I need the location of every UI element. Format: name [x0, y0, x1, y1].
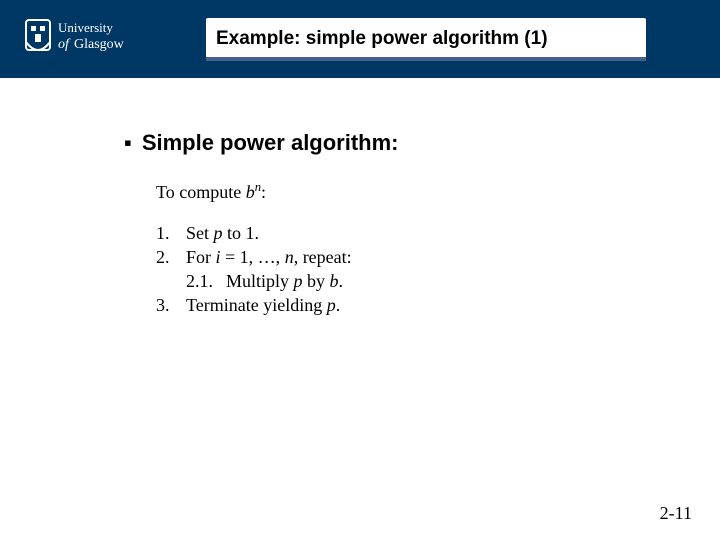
- var-p: p: [294, 271, 303, 291]
- step-2: 2. For i = 1, …, n, repeat:: [156, 245, 660, 269]
- step-text: Set p to 1.: [186, 221, 259, 245]
- slide-title: Example: simple power algorithm (1): [206, 18, 646, 50]
- t: to 1.: [223, 223, 260, 243]
- var-b: b: [330, 271, 339, 291]
- algorithm-steps: 1. Set p to 1. 2. For i = 1, …, n, repea…: [156, 221, 660, 317]
- t: For: [186, 247, 216, 267]
- step-text: For i = 1, …, n, repeat:: [186, 245, 352, 269]
- compute-line: To compute bn:: [156, 180, 660, 203]
- slide-body: ▪ Simple power algorithm: To compute bn:…: [124, 130, 660, 317]
- heading-text: Simple power algorithm:: [142, 130, 399, 156]
- compute-prefix: To compute: [156, 182, 246, 202]
- step-number: 2.: [156, 245, 186, 269]
- step-number: 2.1.: [186, 269, 226, 293]
- t: Set: [186, 223, 214, 243]
- step-number: 3.: [156, 293, 186, 317]
- var-p: p: [214, 223, 223, 243]
- page-number: 2-11: [660, 503, 692, 524]
- t: , repeat:: [294, 247, 352, 267]
- step-2-1: 2.1. Multiply p by b.: [186, 269, 660, 293]
- step-1: 1. Set p to 1.: [156, 221, 660, 245]
- slide: University of Glasgow Example: simple po…: [0, 0, 720, 540]
- step-3: 3. Terminate yielding p.: [156, 293, 660, 317]
- t: = 1, …,: [221, 247, 285, 267]
- slide-title-bar: Example: simple power algorithm (1): [206, 18, 646, 60]
- title-underline: [206, 57, 646, 61]
- university-logo: University of Glasgow: [24, 14, 184, 62]
- t: Terminate yielding: [186, 295, 327, 315]
- bullet-square-icon: ▪: [124, 130, 132, 156]
- bullet-heading: ▪ Simple power algorithm:: [124, 130, 660, 156]
- t: .: [339, 271, 344, 291]
- slide-header: University of Glasgow Example: simple po…: [0, 0, 720, 78]
- svg-text:of: of: [58, 37, 71, 52]
- var-n: n: [285, 247, 294, 267]
- step-text: Multiply p by b.: [226, 269, 343, 293]
- compute-suffix: :: [261, 182, 266, 202]
- t: .: [336, 295, 341, 315]
- svg-text:University: University: [58, 20, 113, 35]
- crest-icon: University of Glasgow: [24, 14, 184, 62]
- var-p: p: [327, 295, 336, 315]
- t: Multiply: [226, 271, 294, 291]
- t: by: [303, 271, 330, 291]
- step-number: 1.: [156, 221, 186, 245]
- svg-text:Glasgow: Glasgow: [74, 37, 125, 52]
- compute-base: b: [246, 182, 255, 202]
- step-text: Terminate yielding p.: [186, 293, 340, 317]
